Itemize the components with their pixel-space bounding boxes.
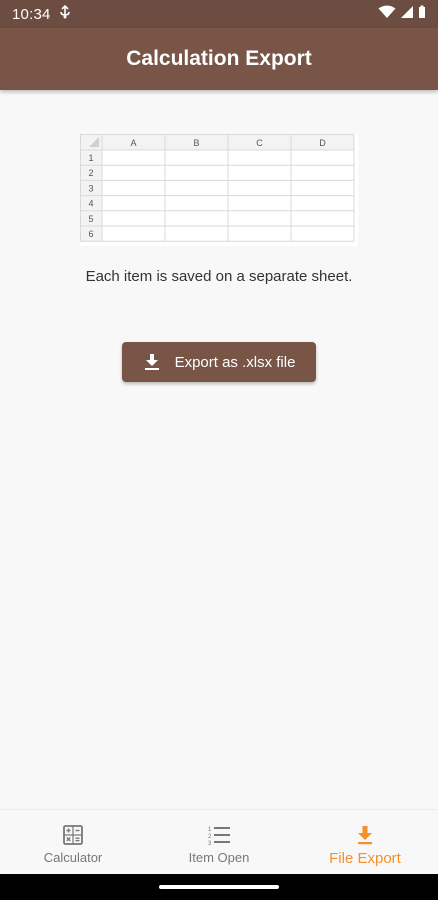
gesture-navigation-bar: [0, 874, 438, 900]
svg-text:2: 2: [208, 834, 212, 840]
sheet-row-label: 4: [88, 199, 93, 209]
sheet-row-label: 6: [88, 229, 93, 239]
svg-text:3: 3: [208, 841, 212, 846]
bottom-navigation: Calculator 1 2 3 Item Open File Export: [0, 809, 438, 874]
sheet-column-label: D: [319, 138, 326, 148]
page-title: Calculation Export: [126, 47, 312, 70]
signal-icon: [400, 5, 414, 23]
nav-item-calculator[interactable]: Calculator: [0, 810, 146, 874]
battery-icon: [418, 5, 426, 23]
spreadsheet-illustration: A B C D 1 2 3 4 5 6: [80, 134, 358, 246]
nav-label-item-open: Item Open: [188, 850, 250, 865]
description-text: Each item is saved on a separate sheet.: [85, 268, 353, 285]
export-button-label: Export as .xlsx file: [174, 353, 296, 371]
app-bar: Calculation Export: [0, 28, 438, 90]
nav-label-file-export: File Export: [329, 850, 401, 867]
sheet-column-header-bar: [80, 134, 354, 150]
sheet-row-label: 5: [88, 214, 93, 224]
export-xlsx-button[interactable]: Export as .xlsx file: [122, 342, 316, 382]
sheet-column-label: C: [256, 138, 263, 148]
download-icon: [356, 824, 374, 846]
list-numbered-icon: 1 2 3: [207, 824, 231, 846]
sheet-column-label: A: [130, 138, 136, 148]
sheet-column-label: B: [193, 138, 199, 148]
wifi-icon: [378, 5, 396, 23]
sheet-row-label: 3: [88, 183, 93, 193]
status-time: 10:34: [12, 5, 51, 23]
sheet-row-label: 2: [88, 168, 93, 178]
nav-label-calculator: Calculator: [43, 850, 103, 865]
home-gesture-handle[interactable]: [159, 885, 279, 889]
sheet-row-label: 1: [88, 153, 93, 163]
calculator-icon: [62, 824, 84, 846]
download-icon: [143, 353, 161, 371]
nav-item-item-open[interactable]: 1 2 3 Item Open: [146, 810, 292, 874]
usb-debug-icon: [59, 4, 71, 23]
nav-item-file-export[interactable]: File Export: [292, 810, 438, 874]
status-bar: 10:34: [0, 0, 438, 28]
svg-text:1: 1: [208, 827, 212, 833]
